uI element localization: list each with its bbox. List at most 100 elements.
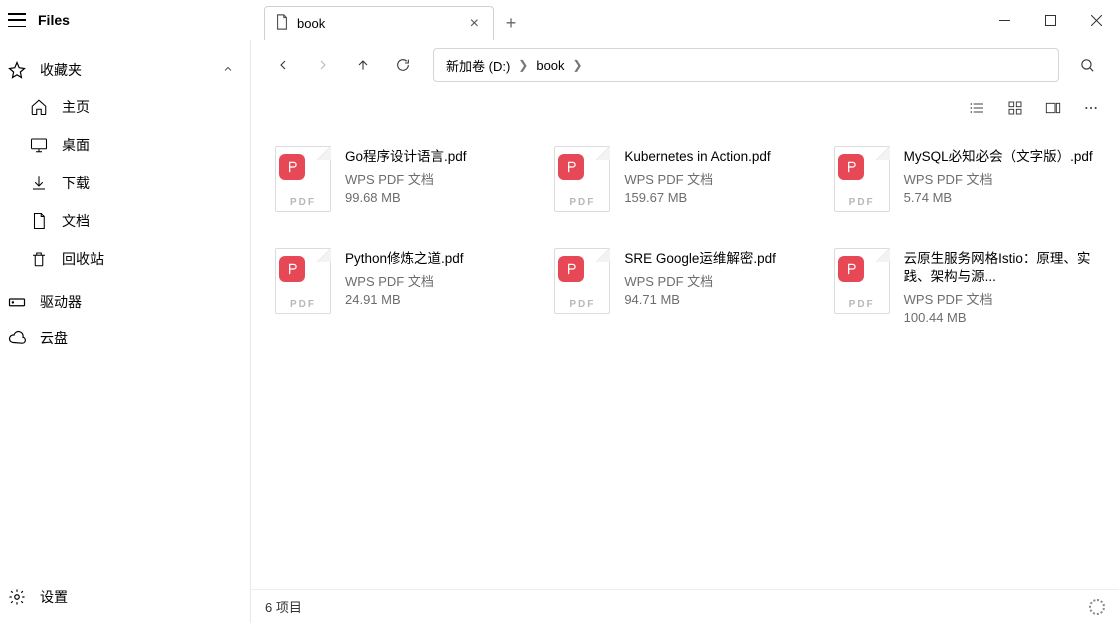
close-button[interactable] — [1073, 0, 1119, 40]
view-list-button[interactable] — [963, 94, 991, 122]
pdf-icon: PDF — [275, 146, 331, 212]
sidebar-item-home[interactable]: 主页 — [0, 88, 250, 126]
chevron-right-icon: ❯ — [518, 58, 528, 72]
file-meta: Go程序设计语言.pdf WPS PDF 文档 99.68 MB — [345, 146, 467, 212]
file-type: WPS PDF 文档 — [345, 169, 467, 188]
trash-icon — [30, 250, 48, 268]
content-area: 新加卷 (D:) ❯ book ❯ PDF Go程序设计语言.pdf — [250, 40, 1119, 623]
tab-strip: book × + — [250, 0, 981, 40]
file-size: 24.91 MB — [345, 292, 464, 307]
maximize-button[interactable] — [1027, 0, 1073, 40]
view-grid-button[interactable] — [1001, 94, 1029, 122]
sidebar-item-documents[interactable]: 文档 — [0, 202, 250, 240]
sidebar-favorites-label: 收藏夹 — [40, 60, 82, 80]
sidebar-settings-label: 设置 — [40, 587, 68, 607]
file-type: WPS PDF 文档 — [904, 289, 1095, 308]
sidebar-cloud-header[interactable]: 云盘 — [0, 320, 250, 356]
sidebar-item-desktop[interactable]: 桌面 — [0, 126, 250, 164]
file-type: WPS PDF 文档 — [904, 169, 1093, 188]
pdf-icon: PDF — [554, 248, 610, 314]
file-size: 99.68 MB — [345, 190, 467, 205]
home-icon — [30, 98, 48, 116]
sidebar-item-label: 回收站 — [62, 249, 104, 269]
file-item[interactable]: PDF Go程序设计语言.pdf WPS PDF 文档 99.68 MB — [271, 142, 540, 216]
file-type: WPS PDF 文档 — [624, 169, 770, 188]
file-name: Kubernetes in Action.pdf — [624, 148, 770, 166]
toolbar: 新加卷 (D:) ❯ book ❯ — [251, 40, 1119, 90]
file-item[interactable]: PDF 云原生服务网格Istio：原理、实践、架构与源... WPS PDF 文档 1… — [830, 244, 1099, 329]
file-item[interactable]: PDF Kubernetes in Action.pdf WPS PDF 文档 159… — [550, 142, 819, 216]
file-ext: PDF — [554, 197, 610, 208]
loading-spinner-icon — [1089, 599, 1105, 615]
minimize-button[interactable] — [981, 0, 1027, 40]
pdf-icon: PDF — [834, 248, 890, 314]
file-item[interactable]: PDF SRE Google运维解密.pdf WPS PDF 文档 94.71 MB — [550, 244, 819, 329]
sidebar: 收藏夹 主页 桌面 下载 — [0, 40, 250, 623]
file-name: MySQL必知必会（文字版）.pdf — [904, 148, 1093, 166]
file-item[interactable]: PDF MySQL必知必会（文字版）.pdf WPS PDF 文档 5.74 MB — [830, 142, 1099, 216]
app-title: Files — [38, 12, 70, 28]
chevron-up-icon — [222, 62, 234, 78]
gear-icon — [8, 588, 26, 606]
search-button[interactable] — [1069, 47, 1105, 83]
file-ext: PDF — [275, 197, 331, 208]
view-preview-button[interactable] — [1039, 94, 1067, 122]
file-size: 5.74 MB — [904, 190, 1093, 205]
tab-close-button[interactable]: × — [466, 15, 483, 33]
file-size: 159.67 MB — [624, 190, 770, 205]
item-count: 6 项目 — [265, 597, 302, 616]
document-icon — [30, 212, 48, 230]
more-options-button[interactable] — [1077, 94, 1105, 122]
file-size: 100.44 MB — [904, 310, 1095, 325]
file-name: SRE Google运维解密.pdf — [624, 250, 776, 268]
forward-button[interactable] — [305, 47, 341, 83]
up-button[interactable] — [345, 47, 381, 83]
sidebar-settings[interactable]: 设置 — [0, 579, 250, 615]
file-type: WPS PDF 文档 — [345, 271, 464, 290]
sidebar-drives-label: 驱动器 — [40, 292, 82, 312]
sidebar-item-label: 下载 — [62, 173, 90, 193]
pdf-icon: PDF — [554, 146, 610, 212]
file-grid: PDF Go程序设计语言.pdf WPS PDF 文档 99.68 MB PDF Kube… — [251, 126, 1119, 589]
file-meta: SRE Google运维解密.pdf WPS PDF 文档 94.71 MB — [624, 248, 776, 325]
menu-icon[interactable] — [8, 13, 26, 27]
tab-book[interactable]: book × — [264, 6, 494, 40]
file-meta: Python修炼之道.pdf WPS PDF 文档 24.91 MB — [345, 248, 464, 325]
file-meta: Kubernetes in Action.pdf WPS PDF 文档 159.67… — [624, 146, 770, 212]
titlebar: Files book × + — [0, 0, 1119, 40]
pdf-icon: PDF — [834, 146, 890, 212]
new-tab-button[interactable]: + — [494, 6, 528, 40]
file-name: Go程序设计语言.pdf — [345, 148, 467, 166]
breadcrumb[interactable]: 新加卷 (D:) ❯ book ❯ — [433, 48, 1059, 82]
file-size: 94.71 MB — [624, 292, 776, 307]
refresh-button[interactable] — [385, 47, 421, 83]
file-ext: PDF — [275, 299, 331, 310]
sidebar-drives-header[interactable]: 驱动器 — [0, 284, 250, 320]
file-name: 云原生服务网格Istio：原理、实践、架构与源... — [904, 250, 1095, 286]
titlebar-left: Files — [0, 12, 250, 28]
pdf-icon: PDF — [275, 248, 331, 314]
sidebar-item-downloads[interactable]: 下载 — [0, 164, 250, 202]
file-icon — [275, 14, 289, 33]
window-controls — [981, 0, 1119, 40]
desktop-icon — [30, 136, 48, 154]
file-ext: PDF — [554, 299, 610, 310]
file-ext: PDF — [834, 197, 890, 208]
download-icon — [30, 174, 48, 192]
file-item[interactable]: PDF Python修炼之道.pdf WPS PDF 文档 24.91 MB — [271, 244, 540, 329]
drive-icon — [8, 293, 26, 311]
sidebar-favorites-header[interactable]: 收藏夹 — [0, 52, 250, 88]
sidebar-item-recycle[interactable]: 回收站 — [0, 240, 250, 278]
file-meta: MySQL必知必会（文字版）.pdf WPS PDF 文档 5.74 MB — [904, 146, 1093, 212]
tab-label: book — [297, 16, 325, 31]
cloud-icon — [8, 329, 26, 347]
sidebar-cloud-label: 云盘 — [40, 328, 68, 348]
view-options — [251, 90, 1119, 126]
back-button[interactable] — [265, 47, 301, 83]
breadcrumb-root[interactable]: 新加卷 (D:) — [444, 54, 512, 77]
star-icon — [8, 61, 26, 79]
breadcrumb-folder[interactable]: book — [534, 56, 566, 75]
chevron-right-icon: ❯ — [573, 58, 583, 72]
file-name: Python修炼之道.pdf — [345, 250, 464, 268]
file-type: WPS PDF 文档 — [624, 271, 776, 290]
